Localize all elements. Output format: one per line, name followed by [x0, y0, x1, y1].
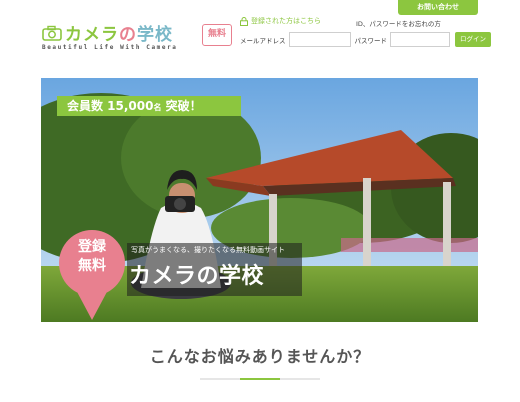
members-count-badge: 会員数 15,000名 突破！	[57, 96, 241, 116]
hero-title: カメラの学校	[129, 264, 265, 289]
logo-tagline: Beautiful Life With Camera	[42, 44, 178, 51]
free-registration-badge[interactable]: 登録 無料	[57, 238, 127, 276]
hero-subtitle: 写真がうまくなる、撮りたくなる無料動画サイト	[131, 246, 285, 254]
password-field[interactable]	[390, 32, 450, 47]
forgot-password-link[interactable]: ID、パスワードをお忘れの方	[356, 18, 441, 28]
camera-icon	[42, 25, 62, 41]
contact-button[interactable]: お問い合わせ	[398, 0, 478, 15]
site-logo[interactable]: カメラの学校 Beautiful Life With Camera 無料	[42, 20, 232, 54]
password-label: パスワード	[354, 36, 388, 45]
email-label: メールアドレス	[240, 36, 286, 45]
login-form: メールアドレス パスワード ログイン	[240, 32, 491, 47]
email-field[interactable]	[288, 32, 351, 47]
logo-text: カメラの学校	[65, 25, 173, 45]
login-button[interactable]: ログイン	[455, 32, 491, 47]
free-badge: 無料	[202, 24, 232, 46]
section-heading: こんなお悩みありませんか？	[149, 347, 371, 366]
section-divider-accent	[240, 378, 280, 380]
lock-icon	[240, 16, 248, 26]
login-heading-label: 登録された方はこちら	[251, 17, 321, 25]
login-heading[interactable]: 登録された方はこちら	[240, 16, 321, 26]
hero-banner: 会員数 15,000名 突破！ 登録 無料 写真がうまくなる、撮りたくなる無料動…	[41, 78, 478, 322]
